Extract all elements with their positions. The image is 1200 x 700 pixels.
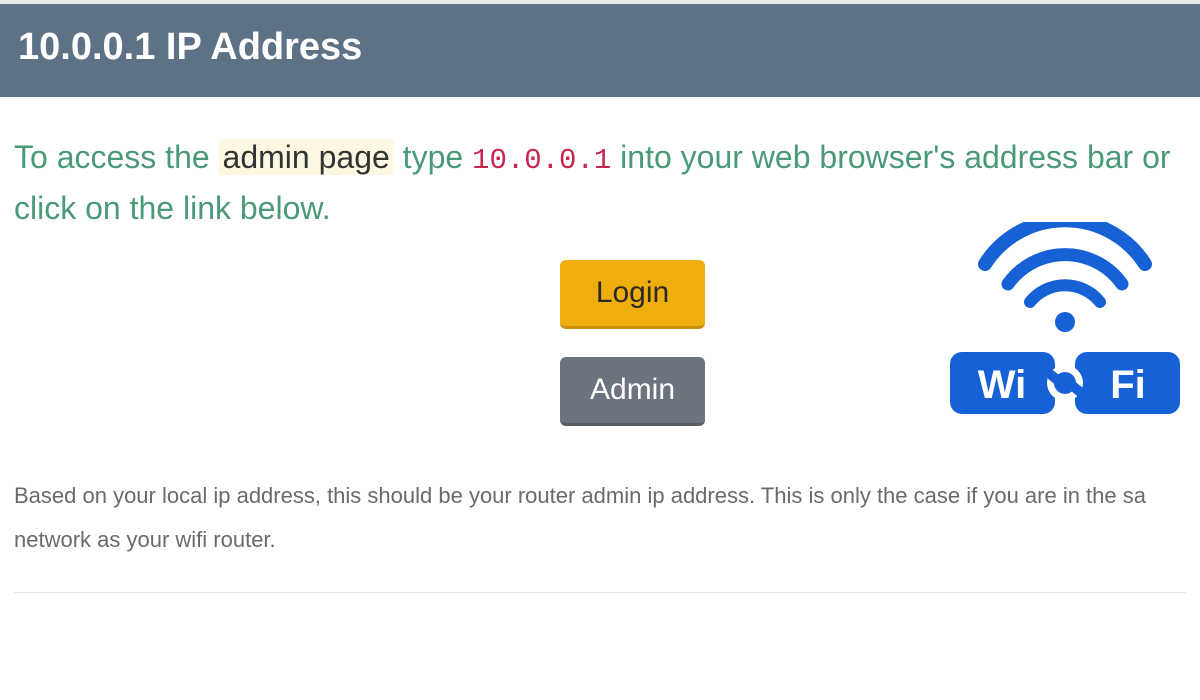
wifi-text-left: Wi [978, 363, 1027, 407]
main-content: To access the admin page type 10.0.0.1 i… [0, 97, 1200, 593]
wifi-icon: Wi Fi [940, 222, 1190, 427]
intro-prefix: To access the [14, 139, 219, 175]
page-title: 10.0.0.1 IP Address [18, 26, 1182, 69]
intro-mid1: type [394, 139, 472, 175]
login-button[interactable]: Login [560, 260, 705, 329]
page-header: 10.0.0.1 IP Address [0, 0, 1200, 97]
intro-highlight: admin page [219, 139, 394, 175]
admin-button[interactable]: Admin [560, 357, 705, 426]
wifi-logo: Wi Fi [940, 222, 1190, 432]
intro-paragraph: To access the admin page type 10.0.0.1 i… [14, 133, 1186, 234]
section-divider [14, 592, 1186, 593]
intro-ip: 10.0.0.1 [472, 144, 611, 177]
wifi-text-right: Fi [1110, 363, 1146, 407]
buttons-column: Login Admin [560, 260, 705, 426]
note-paragraph: Based on your local ip address, this sho… [14, 474, 1186, 586]
